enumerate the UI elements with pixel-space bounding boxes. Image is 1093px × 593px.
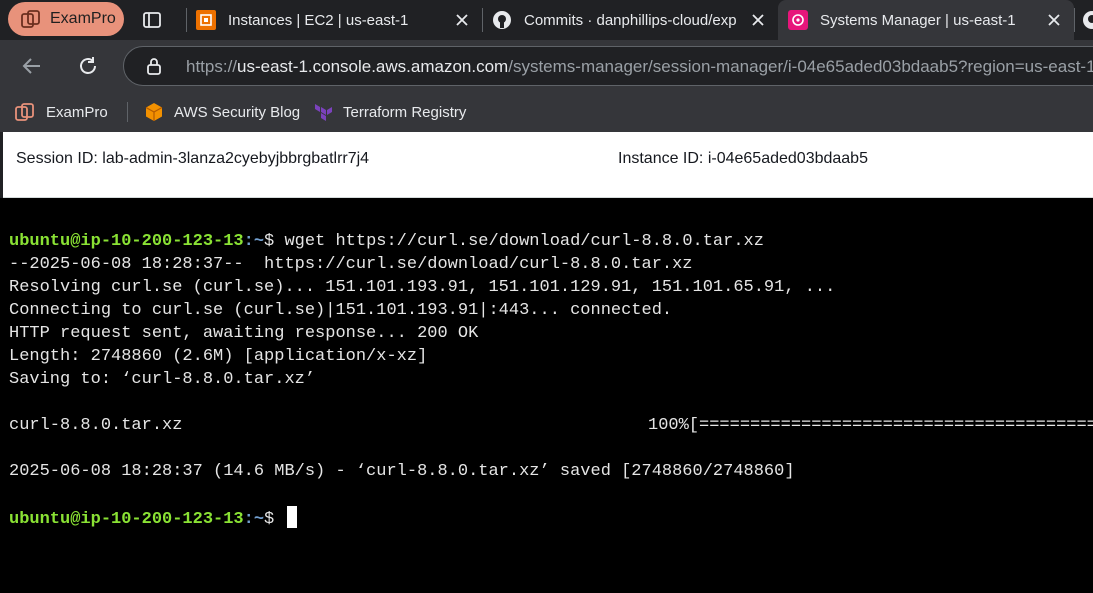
tab-title: Systems Manager | us-east-1 <box>820 11 1016 29</box>
progress-line: curl-8.8.0.tar.xz 100%[==================… <box>9 414 1093 437</box>
bookmark-terraform-registry[interactable]: Terraform Registry <box>313 100 466 124</box>
terminal-cursor <box>287 506 298 528</box>
profile-label: ExamPro <box>50 10 116 27</box>
github-icon <box>492 10 512 30</box>
aws-ec2-icon <box>196 10 216 30</box>
tab-github-commits[interactable]: Commits · danphillips-cloud/exp <box>482 0 778 40</box>
instance-id: Instance ID: i-04e65aded03bdaab5 <box>618 150 868 167</box>
output-line: Saving to: ‘curl-8.8.0.tar.xz’ <box>9 370 316 389</box>
bookmark-exampro[interactable]: ExamPro <box>14 100 108 124</box>
github-icon[interactable] <box>1082 10 1093 35</box>
prompt-symbol: $ <box>264 510 285 529</box>
prompt-path: :~ <box>243 510 265 529</box>
terminal[interactable]: ubuntu@ip-10-200-123-13:~$ wget https://… <box>0 198 1093 593</box>
tab-title: Instances | EC2 | us-east-1 <box>228 11 409 29</box>
output-line: Length: 2748860 (2.6M) [application/x-xz… <box>9 347 428 366</box>
address-bar[interactable]: https://us-east-1.console.aws.amazon.com… <box>123 46 1093 86</box>
url-scheme: https:// <box>186 57 238 76</box>
exampro-logo-icon <box>15 103 34 121</box>
tab-overview-icon <box>143 12 161 28</box>
active-prompt-line[interactable]: ubuntu@ip-10-200-123-13:~$ <box>9 506 1093 529</box>
url-host: us-east-1.console.aws.amazon.com <box>237 57 509 76</box>
bookmark-label: ExamPro <box>46 103 108 121</box>
command-line: ubuntu@ip-10-200-123-13:~$ wget https://… <box>9 230 1093 253</box>
output-line: HTTP request sent, awaiting response... … <box>9 324 479 343</box>
tab-ec2-instances[interactable]: Instances | EC2 | us-east-1 <box>186 0 482 40</box>
output-line: --2025-06-08 18:28:37-- https://curl.se/… <box>9 255 693 274</box>
lock-icon[interactable] <box>144 56 164 76</box>
arrow-left-icon <box>22 58 40 74</box>
url-path: /systems-manager/session-manager/i-04e65… <box>508 57 1093 76</box>
output-line: Resolving curl.se (curl.se)... 151.101.1… <box>9 278 836 297</box>
exampro-logo-icon <box>21 10 40 28</box>
profile-button[interactable]: ExamPro <box>8 2 124 36</box>
terminal-output: ubuntu@ip-10-200-123-13:~$ wget https://… <box>9 230 1093 529</box>
bookmark-label: AWS Security Blog <box>174 103 301 121</box>
browser-toolbar: https://us-east-1.console.aws.amazon.com… <box>0 40 1093 92</box>
bookmark-separator <box>127 102 128 122</box>
tab-systems-manager[interactable]: Systems Manager | us-east-1 <box>778 0 1074 40</box>
progress-filename: curl-8.8.0.tar.xz <box>9 416 183 435</box>
close-tab-icon[interactable] <box>452 10 472 30</box>
tab-actions-button[interactable] <box>140 8 164 32</box>
session-id: Session ID: lab-admin-3lanza2cyebyjbbrgb… <box>16 150 370 167</box>
aws-cube-icon <box>145 103 163 121</box>
tab-title: Commits · danphillips-cloud/exp <box>524 11 737 29</box>
back-button[interactable] <box>18 52 46 80</box>
prompt-symbol: $ <box>264 232 285 251</box>
prompt-user: ubuntu@ip-10-200-123-13 <box>9 510 244 529</box>
bookmark-label: Terraform Registry <box>343 103 467 121</box>
close-tab-icon[interactable] <box>748 10 768 30</box>
systems-manager-icon <box>788 10 808 30</box>
session-info-header: Session ID: lab-admin-3lanza2cyebyjbbrgb… <box>3 132 1093 198</box>
output-line: Connecting to curl.se (curl.se)|151.101.… <box>9 301 673 320</box>
prompt-path: :~ <box>243 232 265 251</box>
close-tab-icon[interactable] <box>1044 10 1064 30</box>
progress-bar: 100%[===================================… <box>648 416 1093 435</box>
saved-line: 2025-06-08 18:28:37 (14.6 MB/s) - ‘curl-… <box>9 462 795 481</box>
url-text: https://us-east-1.console.aws.amazon.com… <box>186 57 1093 77</box>
reload-button[interactable] <box>74 52 102 80</box>
bookmark-aws-security-blog[interactable]: AWS Security Blog <box>144 100 300 124</box>
terraform-icon <box>315 104 332 121</box>
reload-icon <box>80 57 96 74</box>
tab-separator <box>1074 8 1075 32</box>
prompt-user: ubuntu@ip-10-200-123-13 <box>9 232 244 251</box>
command-text: wget https://curl.se/download/curl-8.8.0… <box>284 232 764 251</box>
bookmarks-bar: ExamPro AWS Security Blog Terraform Regi… <box>0 92 1093 132</box>
tab-strip: ExamPro Instances | EC2 | us-east-1 Comm… <box>0 0 1093 40</box>
